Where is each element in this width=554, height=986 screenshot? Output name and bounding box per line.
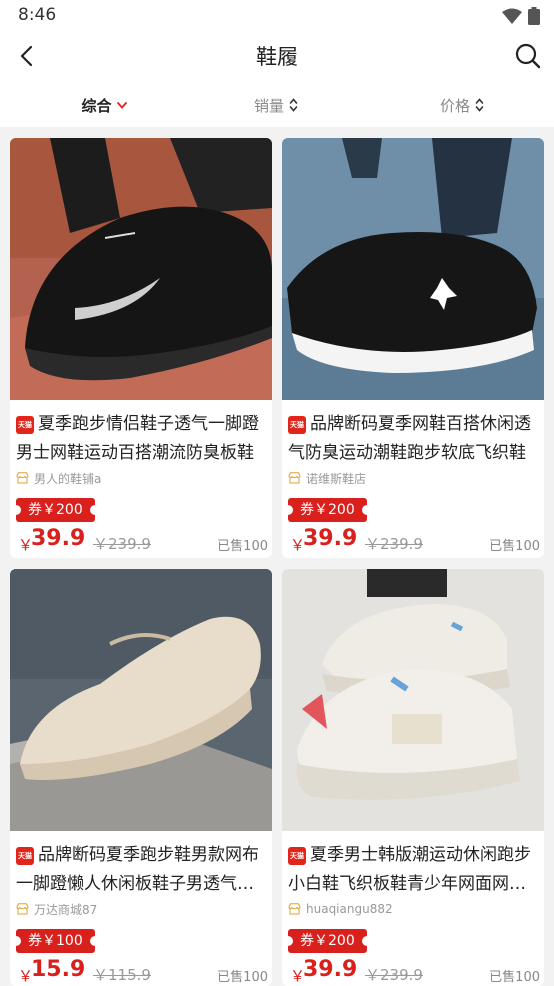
tab-comprehensive[interactable]: 综合: [12, 86, 196, 124]
product-card[interactable]: 天猫 品牌断码夏季网鞋百搭休闲透气防臭运动潮鞋跑步软底飞织鞋 诺维斯鞋店 券￥20…: [282, 138, 544, 558]
price: 39.9: [303, 526, 358, 551]
wifi-icon: [502, 8, 522, 28]
tab-price[interactable]: 价格: [370, 86, 554, 124]
product-card[interactable]: 天猫 夏季跑步情侣鞋子透气一脚蹬男士网鞋运动百搭潮流防臭板鞋 男人的鞋铺a 券￥2…: [10, 138, 272, 558]
product-image[interactable]: [282, 569, 544, 831]
shop-name: huaqiangu882: [306, 902, 393, 916]
sold-count: 已售100: [489, 970, 540, 985]
tmall-badge: 天猫: [16, 847, 34, 865]
original-price: ￥115.9: [93, 966, 151, 984]
tmall-badge: 天猫: [288, 847, 306, 865]
price-row: ￥ 39.9 ￥239.9 已售100: [18, 526, 268, 556]
tab-label: 销量: [253, 96, 284, 115]
tmall-badge: 天猫: [288, 416, 306, 434]
product-title[interactable]: 天猫 夏季跑步情侣鞋子透气一脚蹬男士网鞋运动百搭潮流防臭板鞋: [16, 410, 268, 468]
nav-bar: 鞋履: [0, 30, 554, 82]
battery-icon: [528, 7, 540, 29]
original-price: ￥239.9: [93, 535, 151, 553]
sort-arrows-icon: [475, 98, 484, 112]
coupon-tag[interactable]: 券￥200: [283, 498, 372, 522]
tab-label: 综合: [81, 96, 112, 115]
product-title[interactable]: 天猫夏季男士韩版潮运动休闲跑步小白鞋飞织板鞋青少年网面网鞋子: [288, 841, 540, 899]
shop-link[interactable]: 男人的鞋铺a: [16, 468, 101, 488]
product-card[interactable]: 天猫夏季男士韩版潮运动休闲跑步小白鞋飞织板鞋青少年网面网鞋子 huaqiangu…: [282, 569, 544, 986]
product-card[interactable]: 天猫品牌断码夏季跑步鞋男款网布一脚蹬懒人休闲板鞋子男透气运动鞋 万达商城87 券…: [10, 569, 272, 986]
shop-icon: [16, 472, 29, 484]
price-row: ￥ 39.9 ￥239.9 已售100: [290, 526, 540, 556]
original-price: ￥239.9: [365, 966, 423, 984]
shop-link[interactable]: 万达商城87: [16, 899, 97, 919]
status-bar: 8:46: [0, 0, 554, 30]
status-time: 8:46: [18, 5, 57, 25]
product-image[interactable]: [10, 569, 272, 831]
coupon-tag[interactable]: 券￥100: [11, 929, 100, 953]
price: 39.9: [303, 957, 358, 982]
original-price: ￥239.9: [365, 535, 423, 553]
shop-icon: [288, 472, 301, 484]
tmall-badge: 天猫: [16, 416, 34, 434]
product-image[interactable]: [10, 138, 272, 400]
shop-name: 万达商城87: [34, 902, 98, 917]
shop-icon: [16, 903, 29, 915]
product-image[interactable]: [282, 138, 544, 400]
search-button[interactable]: [510, 38, 546, 74]
page-title: 鞋履: [256, 45, 298, 69]
top-header: 8:46 鞋履 综合 销量 价格: [0, 0, 554, 127]
price: 15.9: [31, 957, 86, 982]
status-icons: [502, 7, 540, 29]
search-icon: [515, 43, 541, 69]
tab-label: 价格: [439, 96, 470, 115]
sort-arrows-icon: [289, 98, 298, 112]
tab-sales[interactable]: 销量: [184, 86, 368, 124]
sort-bar: 综合 销量 价格: [0, 86, 554, 124]
coupon-tag[interactable]: 券￥200: [11, 498, 100, 522]
coupon-tag[interactable]: 券￥200: [283, 929, 372, 953]
price-row: ￥ 39.9 ￥239.9 已售100: [290, 957, 540, 986]
price: 39.9: [31, 526, 86, 551]
shop-link[interactable]: huaqiangu882: [288, 899, 393, 919]
sold-count: 已售100: [489, 539, 540, 554]
price-row: ￥ 15.9 ￥115.9 已售100: [18, 957, 268, 986]
chevron-down-icon: [116, 101, 127, 109]
shop-name: 男人的鞋铺a: [34, 471, 102, 486]
sold-count: 已售100: [217, 970, 268, 985]
shop-icon: [288, 903, 301, 915]
shop-name: 诺维斯鞋店: [306, 471, 367, 486]
shop-link[interactable]: 诺维斯鞋店: [288, 468, 366, 488]
sold-count: 已售100: [217, 539, 268, 554]
product-title[interactable]: 天猫 品牌断码夏季网鞋百搭休闲透气防臭运动潮鞋跑步软底飞织鞋: [288, 410, 540, 468]
product-title[interactable]: 天猫品牌断码夏季跑步鞋男款网布一脚蹬懒人休闲板鞋子男透气运动鞋: [16, 841, 268, 899]
